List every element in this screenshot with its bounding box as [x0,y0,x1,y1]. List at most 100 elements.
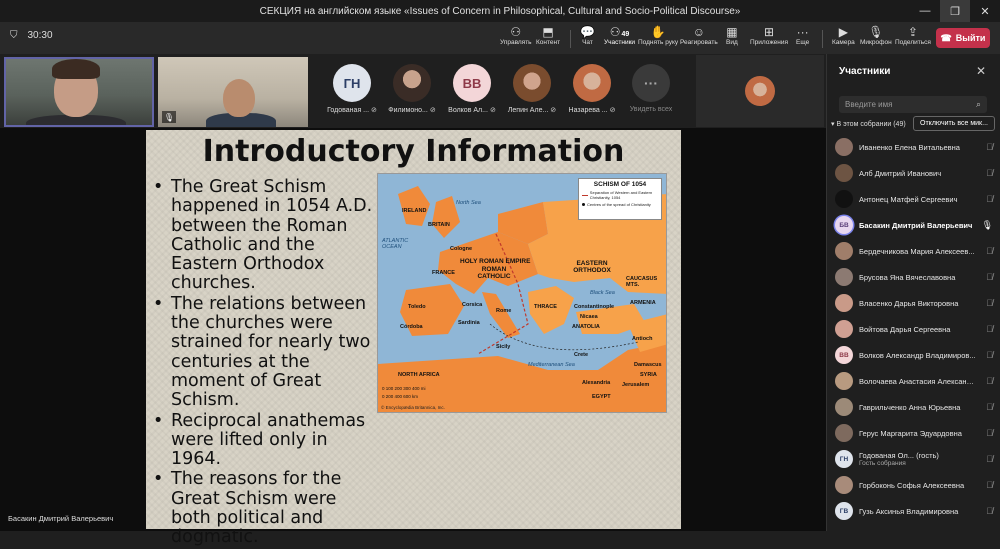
avatar [745,76,775,106]
bullet-item: The Great Schism happened in 1054 A.D. b… [150,177,375,294]
participants-count: 49 [621,31,630,38]
react-button[interactable]: ☺ Реагировать [680,25,718,53]
participant-row[interactable]: ГН Годованая Ол... (гость) Гость собрания 🎙… [835,446,997,472]
avatar: ГН [835,450,853,468]
mic-off-icon: ⊘ [489,107,496,114]
share-button[interactable]: ⇪ Поделиться [895,25,931,53]
see-all-button[interactable]: ··· Увидеть всех [622,64,680,113]
map-label: ANATOLIA [572,324,600,330]
map-label: North Sea [456,200,481,206]
participant-list: Иваненко Елена Витальевна 🎙̸ Алб Дмитрий … [835,134,997,524]
content-icon: ⬒ [542,25,554,39]
map-label: Corsica [462,302,483,308]
participant-row[interactable]: Гаврильченко Анна Юрьевна 🎙̸ [835,394,997,420]
map-label: Toledo [408,304,426,310]
search-input[interactable] [845,100,955,109]
content-button[interactable]: ⬒ Контент [536,25,560,53]
map-label: Black Sea [590,290,615,296]
map-label: BRITAIN [428,222,450,228]
map-label: Mediterranean Sea [528,362,575,368]
timer-text: 30:30 [27,30,53,41]
mic-off-icon: 🎙̸ [986,272,993,282]
section-header[interactable]: ▾ В этом собрании (49) [831,120,906,129]
participant-row[interactable]: Войтова Дарья Сергеевна 🎙̸ [835,316,997,342]
participant-strip: 🎙 ГН Годованая ... ⊘ Филимоно... ⊘ ВВ Волк… [0,54,826,128]
shield-icon: ⛉ [10,30,18,41]
participant-row[interactable]: Бердечникова Мария Алексеев... 🎙̸ [835,238,997,264]
mic-off-icon: 🎙̸ [986,168,993,178]
participant-row[interactable]: Волочаева Анастасия Александ... 🎙̸ [835,368,997,394]
video-tile-pinned[interactable] [696,55,824,127]
map-label: IRELAND [402,208,427,214]
avatar [835,242,853,260]
avatar: БВ [835,216,853,234]
map-label: SYRIA [640,372,657,378]
participant-row[interactable]: Иваненко Елена Витальевна 🎙̸ [835,134,997,160]
apps-icon: ⊞ [763,25,775,39]
participant-tile[interactable]: Назарева ... ⊘ [563,64,621,114]
more-button[interactable]: ··· Еще [796,25,809,53]
participant-search: ⌕ [839,96,987,113]
avatar [835,164,853,182]
mic-off-icon: 🎙̸ [986,298,993,308]
legend-dot-swatch [582,203,585,206]
map-label: Constantinople [574,304,615,310]
map-label: Nicaea [580,314,598,320]
mic-off-icon: ⊘ [609,107,616,114]
participants-button[interactable]: ⚇49 Участники [604,25,635,56]
microphone-button[interactable]: 🎙 Микрофон [860,25,892,53]
avatar: ВВ [453,64,491,102]
search-icon[interactable]: ⌕ [976,99,981,110]
mic-off-icon: 🎙̸ [986,402,993,412]
mute-all-button[interactable]: Отключить все мик... [913,116,995,131]
avatar [573,64,611,102]
more-icon: ··· [796,25,809,39]
participant-tile[interactable]: ГН Годованая ... ⊘ [323,64,381,114]
video-tile-self[interactable] [4,57,154,127]
participant-row[interactable]: Герус Маргарита Эдуардовна 🎙̸ [835,420,997,446]
map-label: CAUCASUS MTS. [626,276,658,288]
mic-off-icon: ⊘ [550,107,557,114]
minimize-button[interactable]: — [910,0,940,22]
video-tile-participant[interactable]: 🎙 [158,57,308,127]
manage-button[interactable]: ⚇ Управлять [500,25,532,53]
participant-row[interactable]: Горбоконь Софья Алексеевна 🎙̸ [835,472,997,498]
participant-row[interactable]: Антонец Матфей Сергеевич 🎙̸ [835,186,997,212]
raise-hand-button[interactable]: ✋ Поднять руку [638,25,678,53]
chat-button[interactable]: 💬 Чат [580,25,595,53]
close-window-button[interactable]: ✕ [970,0,1000,22]
restore-button[interactable]: ❐ [940,0,970,22]
chat-icon: 💬 [580,25,595,39]
participant-tile[interactable]: Лепин Але... ⊘ [503,64,561,114]
map-label: FRANCE [432,270,455,276]
participant-row[interactable]: ВВ Волков Александр Владимиров... 🎙̸ [835,342,997,368]
view-button[interactable]: ▦ Вид [726,25,738,53]
leave-button[interactable]: ☎ Выйти [936,28,990,48]
close-icon[interactable]: ✕ [976,64,986,78]
chevron-down-icon: ▾ [831,121,835,128]
map-credit: © Encyclopædia Britannica, Inc. [381,405,445,410]
participant-row[interactable]: Власенко Дарья Викторовна 🎙̸ [835,290,997,316]
map-label: ROMAN CATHOLIC [477,266,511,280]
camera-button[interactable]: ▶ Камера [832,25,855,53]
participant-tile[interactable]: ВВ Волков Ал... ⊘ [443,64,501,114]
map-label: THRACE [534,304,557,310]
avatar [513,64,551,102]
apps-button[interactable]: ⊞ Приложения [750,25,788,53]
participant-row[interactable]: Брусова Яна Вячеславовна 🎙̸ [835,264,997,290]
participant-tile[interactable]: Филимоно... ⊘ [383,64,441,114]
avatar: ВВ [835,346,853,364]
react-icon: ☺ [692,25,705,39]
map-label: Jerusalem [622,382,650,388]
participant-row[interactable]: Алб Дмитрий Иванович 🎙̸ [835,160,997,186]
avatar [835,398,853,416]
more-icon: ··· [632,64,670,102]
map-label: Antioch [632,336,653,342]
map-label: ARMENIA [630,300,656,306]
map-scale: 0 200 400 600 km [382,394,419,399]
participant-row[interactable]: БВ Басакин Дмитрий Валерьевич 🎙 [835,212,997,238]
participant-row[interactable]: ГВ Гузь Аксинья Владимировна 🎙̸ [835,498,997,524]
avatar [835,320,853,338]
map-label: Sardinia [458,320,480,326]
bullet-item: The relations between the churches were … [150,294,375,411]
